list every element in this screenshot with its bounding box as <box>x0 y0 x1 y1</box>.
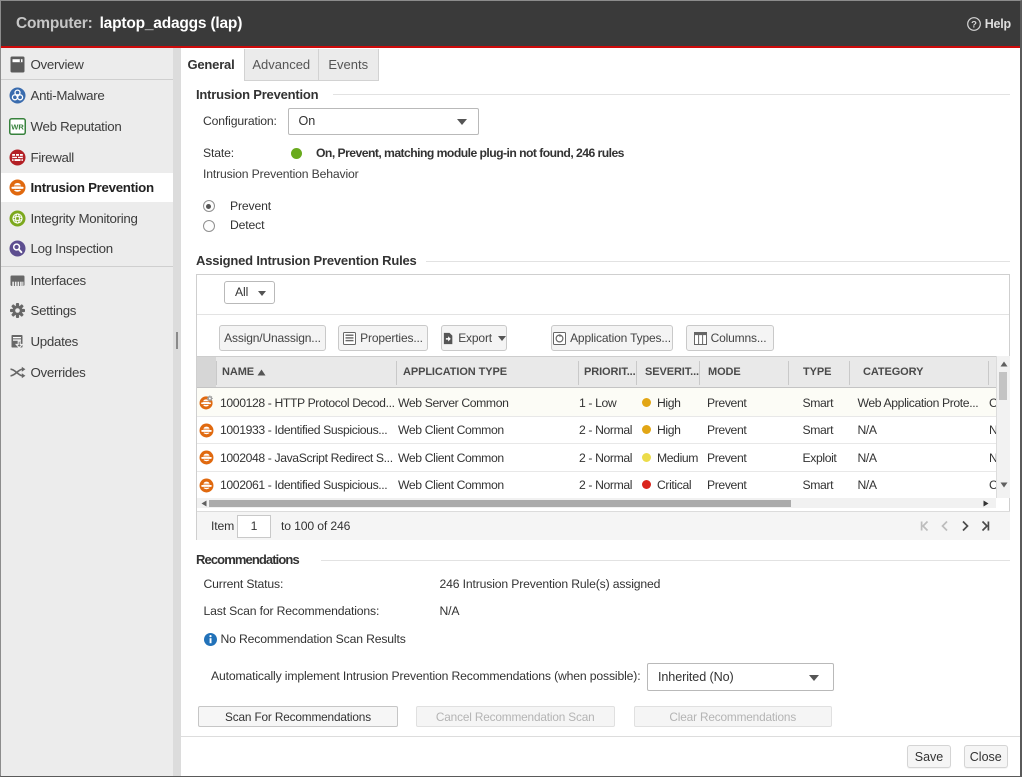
svg-text:?: ? <box>971 19 977 30</box>
svg-text:WR: WR <box>11 122 24 131</box>
